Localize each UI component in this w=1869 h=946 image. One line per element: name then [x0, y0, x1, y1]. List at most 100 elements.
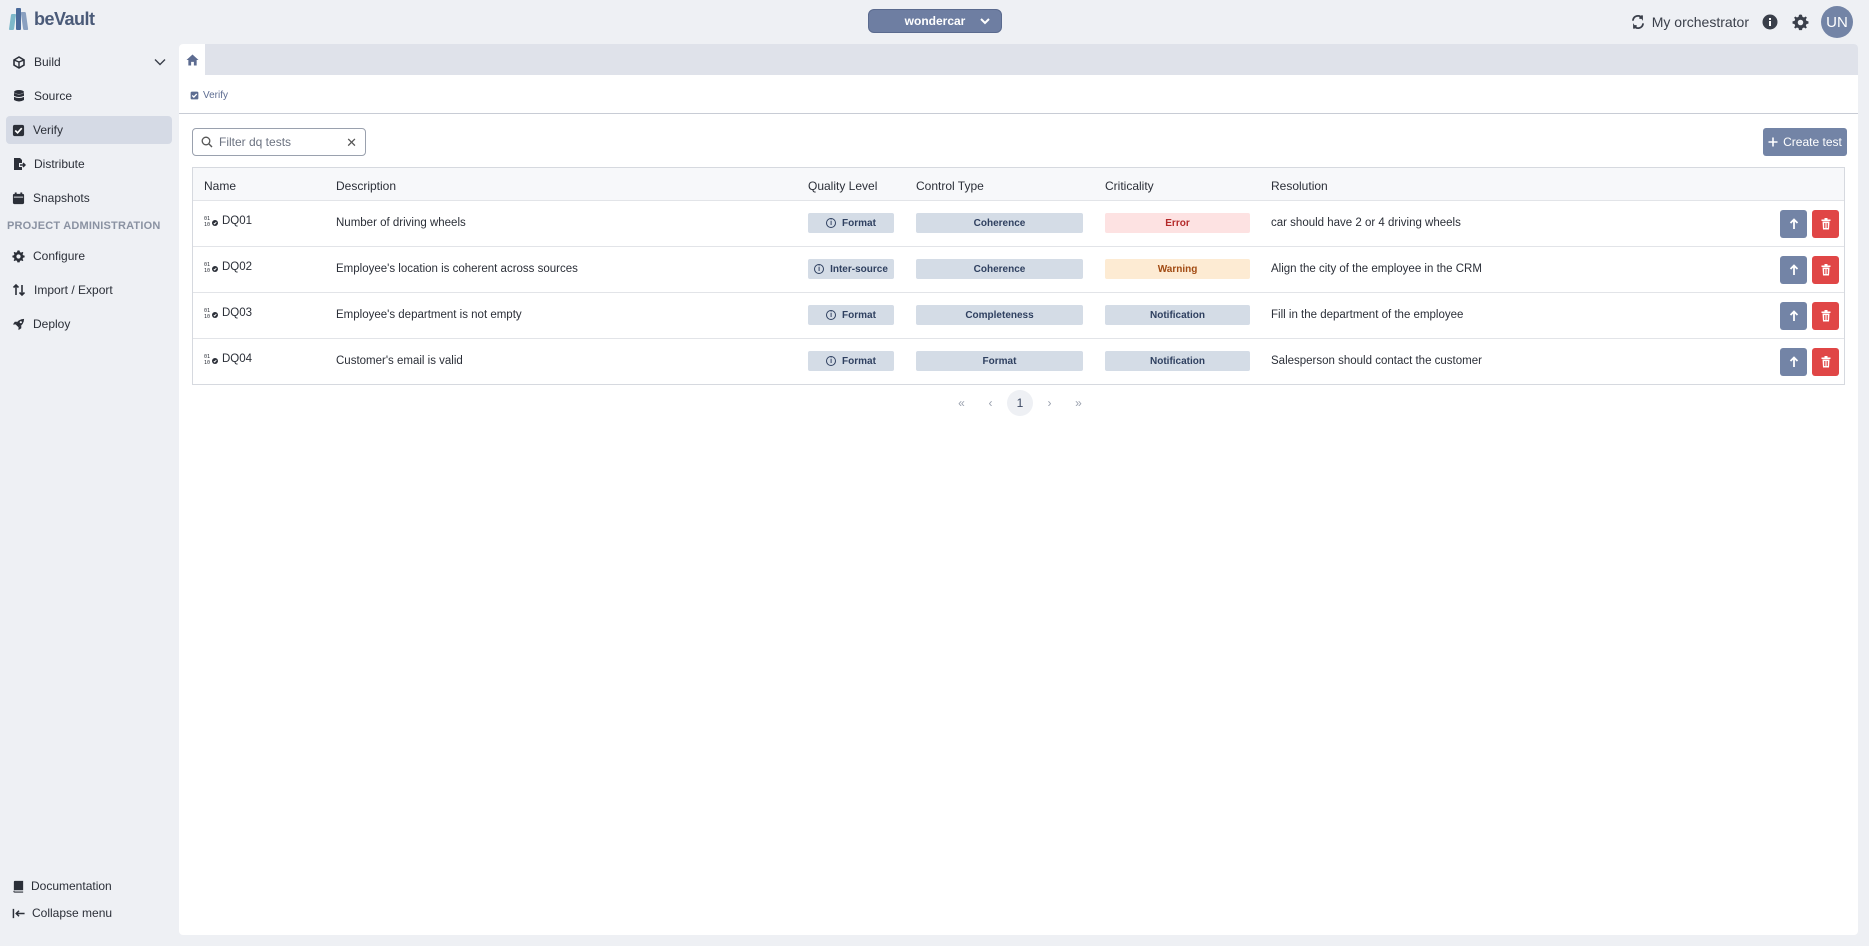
- table-header: Name Description Quality Level Control T…: [193, 168, 1844, 201]
- search-input[interactable]: [219, 135, 339, 149]
- collapse-menu-button[interactable]: Collapse menu: [12, 906, 112, 920]
- quality-level-label: Inter-source: [830, 263, 888, 275]
- user-avatar[interactable]: UN: [1821, 6, 1853, 38]
- next-page-button[interactable]: ›: [1035, 390, 1064, 416]
- control-type-badge: Coherence: [916, 213, 1083, 233]
- criticality-badge: Notification: [1105, 305, 1250, 325]
- tab-strip: [179, 44, 1858, 75]
- arrow-up-icon: [1789, 264, 1798, 275]
- test-name: DQ04: [222, 353, 253, 365]
- sidebar-item-label: Verify: [33, 123, 64, 137]
- column-header-description[interactable]: Description: [336, 179, 396, 193]
- arrow-up-icon: [1789, 218, 1798, 229]
- name-cell: 01 10 DQ01: [204, 215, 252, 227]
- arrow-up-icon: [1789, 310, 1798, 321]
- run-test-button[interactable]: [1780, 302, 1807, 330]
- sidebar-item-distribute[interactable]: Distribute: [6, 150, 172, 178]
- bevault-logo[interactable]: beVault: [8, 8, 95, 30]
- run-test-button[interactable]: [1780, 210, 1807, 238]
- test-description: Employee's location is coherent across s…: [336, 263, 578, 275]
- table-row[interactable]: 01 10 DQ01 Number of driving wheels i For…: [193, 201, 1844, 247]
- collapse-label: Collapse menu: [32, 906, 113, 920]
- trash-icon: [1821, 310, 1830, 322]
- sidebar-item-label: Distribute: [34, 157, 85, 171]
- table-row[interactable]: 01 10 DQ02 Employee's location is coheren…: [193, 247, 1844, 293]
- collapse-left-icon: [12, 908, 25, 918]
- rocket-icon: [12, 318, 25, 330]
- column-header-resolution[interactable]: Resolution: [1271, 179, 1328, 193]
- create-test-button[interactable]: Create test: [1763, 128, 1847, 156]
- column-header-control-type[interactable]: Control Type: [916, 179, 984, 193]
- clear-icon[interactable]: ✕: [346, 135, 357, 151]
- info-icon: i: [826, 218, 837, 228]
- delete-test-button[interactable]: [1812, 302, 1839, 330]
- quality-level-label: Format: [842, 355, 876, 367]
- sidebar-item-source[interactable]: Source: [6, 82, 172, 110]
- home-icon: [186, 53, 198, 66]
- sync-icon: [1631, 15, 1644, 29]
- sidebar-item-snapshots[interactable]: Snapshots: [6, 184, 172, 212]
- chevron-down-icon: [154, 59, 166, 66]
- export-file-icon: [14, 158, 26, 170]
- quality-level-badge: i Format: [808, 351, 894, 371]
- column-header-name[interactable]: Name: [204, 179, 236, 193]
- delete-test-button[interactable]: [1812, 256, 1839, 284]
- documentation-label: Documentation: [31, 879, 112, 893]
- test-description: Customer's email is valid: [336, 355, 463, 367]
- page-number-current[interactable]: 1: [1007, 390, 1033, 416]
- settings-gear-icon[interactable]: [1791, 13, 1809, 31]
- pagination: « ‹ 1 › »: [947, 390, 1093, 416]
- database-icon: [13, 90, 25, 102]
- first-page-button[interactable]: «: [947, 390, 976, 416]
- sidebar-item-deploy[interactable]: Deploy: [6, 310, 172, 338]
- test-resolution: Align the city of the employee in the CR…: [1271, 263, 1482, 275]
- orchestrator-link[interactable]: My orchestrator: [1630, 14, 1749, 30]
- logo-mark-icon: [8, 8, 30, 30]
- table-row[interactable]: 01 10 DQ04 Customer's email is valid i Fo…: [193, 339, 1844, 385]
- prev-page-button[interactable]: ‹: [976, 390, 1005, 416]
- breadcrumb[interactable]: Verify: [190, 90, 228, 101]
- name-cell: 01 10 DQ02: [204, 261, 252, 273]
- tab-home[interactable]: [179, 44, 205, 75]
- criticality-badge: Notification: [1105, 351, 1250, 371]
- checkbox-icon: [190, 91, 199, 100]
- test-resolution: Fill in the department of the employee: [1271, 309, 1464, 321]
- control-type-badge: Coherence: [916, 259, 1083, 279]
- quality-level-label: Format: [842, 309, 876, 321]
- delete-test-button[interactable]: [1812, 210, 1839, 238]
- info-icon[interactable]: [1761, 13, 1779, 31]
- sidebar-item-configure[interactable]: Configure: [6, 242, 172, 270]
- table-row[interactable]: 01 10 DQ03 Employee's department is not e…: [193, 293, 1844, 339]
- svg-text:10: 10: [204, 314, 210, 319]
- sidebar-item-import-export[interactable]: Import / Export: [6, 276, 172, 304]
- top-right-actions: My orchestrator UN: [1630, 6, 1853, 38]
- search-icon: [201, 136, 213, 148]
- documentation-link[interactable]: Documentation: [12, 879, 112, 893]
- column-header-quality-level[interactable]: Quality Level: [808, 179, 877, 193]
- criticality-badge: Warning: [1105, 259, 1250, 279]
- dq-test-icon: 0110: [204, 216, 218, 227]
- test-description: Employee's department is not empty: [336, 309, 522, 321]
- sidebar-item-verify[interactable]: Verify: [6, 116, 172, 144]
- test-description: Number of driving wheels: [336, 217, 466, 229]
- section-title-project-administration: PROJECT ADMINISTRATION: [7, 220, 161, 232]
- name-cell: 01 10 DQ03: [204, 307, 252, 319]
- top-bar: beVault wondercar My orchestrator UN: [0, 0, 1869, 42]
- test-resolution: Salesperson should contact the customer: [1271, 355, 1482, 367]
- run-test-button[interactable]: [1780, 256, 1807, 284]
- sidebar-item-label: Configure: [33, 249, 86, 263]
- run-test-button[interactable]: [1780, 348, 1807, 376]
- column-header-criticality[interactable]: Criticality: [1105, 179, 1154, 193]
- last-page-button[interactable]: »: [1064, 390, 1093, 416]
- gear-icon: [12, 249, 25, 262]
- dq-test-icon: 0110: [204, 354, 218, 365]
- sidebar-item-build[interactable]: Build: [6, 48, 172, 76]
- dq-tests-table: Name Description Quality Level Control T…: [192, 167, 1845, 385]
- criticality-badge: Error: [1105, 213, 1250, 233]
- orchestrator-label: My orchestrator: [1651, 14, 1749, 30]
- control-type-badge: Format: [916, 351, 1083, 371]
- delete-test-button[interactable]: [1812, 348, 1839, 376]
- project-selector[interactable]: wondercar: [868, 9, 1002, 33]
- control-type-badge: Completeness: [916, 305, 1083, 325]
- arrow-up-icon: [1789, 356, 1798, 367]
